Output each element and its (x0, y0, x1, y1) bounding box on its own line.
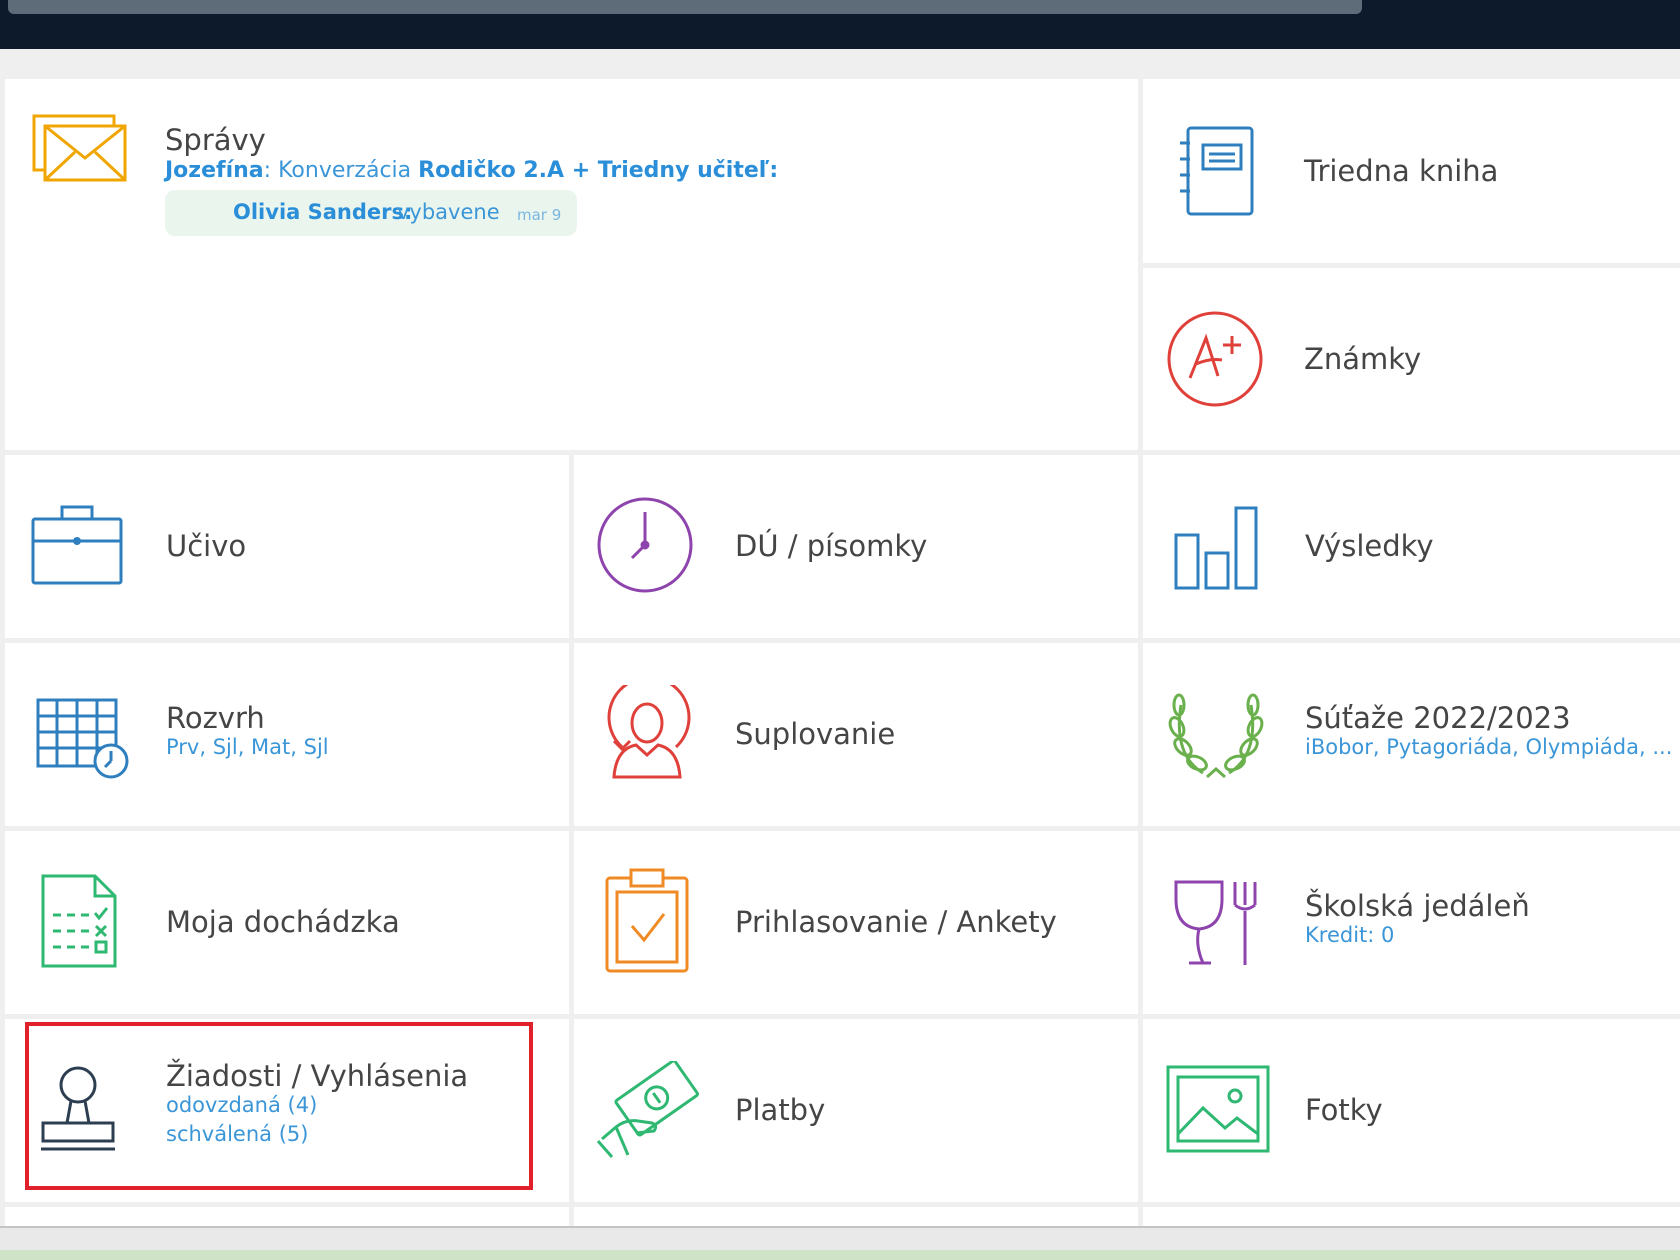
substitute-person-icon (602, 685, 692, 781)
tile-ucivo[interactable]: Učivo (5, 455, 569, 638)
tile-suplovanie[interactable]: Suplovanie (574, 643, 1138, 826)
tile-platby[interactable]: Platby (574, 1019, 1138, 1202)
envelope-icon (32, 114, 128, 184)
tile-prihlasovanie[interactable]: Prihlasovanie / Ankety (574, 831, 1138, 1014)
message-reply-bubble[interactable]: Olivia Sanders: vybavene mar 9 (165, 190, 577, 236)
tile-row7-middle (574, 1207, 1138, 1226)
picture-icon (1165, 1064, 1271, 1154)
tile-rozvrh[interactable]: Rozvrh Prv, Sjl, Mat, Sjl (5, 643, 569, 826)
clock-icon (596, 496, 694, 594)
bar-chart-icon (1173, 505, 1259, 591)
briefcase-icon (30, 504, 124, 586)
message-sender-colon: : (263, 158, 272, 183)
grade-a-plus-icon (1166, 310, 1264, 408)
tile-triedna-kniha[interactable]: Triedna kniha (1143, 79, 1680, 263)
clipboard-check-icon (604, 868, 690, 974)
laurel-wreath-icon (1167, 685, 1265, 783)
message-sender: Jozefína (165, 158, 264, 183)
glass-fork-icon (1173, 879, 1259, 967)
tile-sutaze[interactable]: Súťaže 2022/2023 iBobor, Pytagoriáda, Ol… (1143, 643, 1680, 826)
dochadzka-title: Moja dochádzka (166, 905, 400, 939)
notebook-icon (1176, 125, 1256, 217)
tile-spravy[interactable]: Správy (5, 79, 1138, 450)
reply-date: mar 9 (517, 206, 562, 224)
money-hand-icon (594, 1061, 702, 1161)
znamky-title: Známky (1304, 342, 1422, 376)
suplovanie-title: Suplovanie (735, 717, 896, 751)
rozvrh-title: Rozvrh (166, 701, 265, 735)
du-pisomky-title: DÚ / písomky (735, 529, 928, 563)
jedalen-subtitle: Kredit: 0 (1305, 923, 1395, 947)
fotky-title: Fotky (1305, 1093, 1383, 1127)
timetable-icon (35, 697, 131, 781)
jedalen-title: Školská jedáleň (1305, 889, 1530, 923)
ucivo-title: Učivo (166, 529, 247, 563)
bottom-bar (0, 1226, 1680, 1260)
tile-dochadzka[interactable]: Moja dochádzka (5, 831, 569, 1014)
tile-row7-right (1143, 1207, 1680, 1226)
platby-title: Platby (735, 1093, 826, 1127)
tile-vysledky[interactable]: Výsledky (1143, 455, 1680, 638)
attendance-sheet-icon (39, 873, 119, 969)
bottom-green-strip (0, 1250, 1680, 1260)
rozvrh-subtitle: Prv, Sjl, Mat, Sjl (166, 735, 329, 759)
spravy-title: Správy (165, 123, 266, 157)
message-subject: Konverzácia (278, 158, 412, 183)
reply-author: Olivia Sanders: (233, 200, 413, 224)
spravy-latest-message[interactable]: Jozefína: Konverzácia Rodičko 2.A + Trie… (165, 158, 778, 183)
sutaze-title: Súťaže 2022/2023 (1305, 701, 1571, 735)
tile-row7-left (5, 1207, 569, 1226)
highlight-frame (25, 1022, 533, 1190)
tile-fotky[interactable]: Fotky (1143, 1019, 1680, 1202)
vysledky-title: Výsledky (1305, 529, 1434, 563)
triedna-kniha-title: Triedna kniha (1304, 154, 1499, 188)
tile-znamky[interactable]: Známky (1143, 268, 1680, 450)
tile-jedalen[interactable]: Školská jedáleň Kredit: 0 (1143, 831, 1680, 1014)
message-recipients: Rodičko 2.A + Triedny učiteľ: (418, 158, 779, 183)
sutaze-subtitle: iBobor, Pytagoriáda, Olympiáda, ... (1305, 735, 1673, 759)
reply-text: vybavene (397, 200, 500, 224)
top-bar-strip (8, 0, 1362, 14)
top-bar (0, 0, 1680, 49)
prihlasovanie-title: Prihlasovanie / Ankety (735, 905, 1057, 939)
tile-du-pisomky[interactable]: DÚ / písomky (574, 455, 1138, 638)
